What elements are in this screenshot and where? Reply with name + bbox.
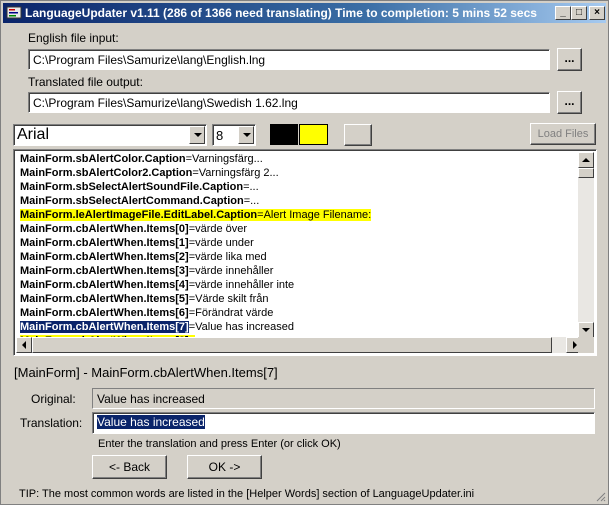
app-icon	[6, 6, 22, 19]
list-item-value: =värde innehåller inte	[188, 279, 295, 291]
app-window: LanguageUpdater v1.11 (286 of 1366 need …	[0, 0, 609, 505]
vertical-scroll-thumb[interactable]	[578, 168, 594, 178]
list-item[interactable]: MainForm.cbAlertWhen.Items[4]=värde inne…	[16, 278, 582, 292]
list-item-key: MainForm.cbAlertWhen.Items[5]	[20, 293, 189, 305]
list-item-key: MainForm.cbAlertWhen.Items[1]	[20, 237, 189, 249]
horizontal-scroll-thumb[interactable]	[32, 337, 552, 353]
list-item[interactable]: MainForm.cbAlertWhen.Items[6]=Förändrat …	[16, 306, 582, 320]
current-entry-heading: [MainForm] - MainForm.cbAlertWhen.Items[…	[14, 365, 278, 380]
list-item[interactable]: MainForm.sbSelectAlertSoundFile.Caption=…	[16, 180, 582, 194]
list-item[interactable]: MainForm.sbAlertColor.Caption=Varningsfä…	[16, 152, 582, 166]
list-item-key: MainForm.leAlertImageFile.EditLabel.Capt…	[20, 209, 258, 221]
color-picker-button[interactable]	[344, 124, 372, 146]
scrollbar-corner	[578, 337, 594, 353]
translated-browse-button[interactable]: ...	[557, 91, 582, 114]
translation-hint: Enter the translation and press Enter (o…	[98, 438, 341, 450]
minimize-button[interactable]: _	[555, 6, 571, 20]
list-item-key: MainForm.cbAlertWhen.Items[6]	[20, 307, 189, 319]
list-item-value: =Förändrat värde	[188, 307, 274, 319]
list-item-value: =värde under	[188, 237, 254, 249]
font-size-dropdown-icon[interactable]	[238, 126, 254, 144]
tip-text: TIP: The most common words are listed in…	[19, 488, 475, 500]
list-item-value: =värde över	[188, 223, 248, 235]
font-size-value: 8	[216, 128, 224, 143]
english-file-label: English file input:	[28, 31, 119, 45]
list-item-value: =värde lika med	[188, 251, 267, 263]
load-files-button[interactable]: Load Files	[530, 123, 596, 145]
list-item[interactable]: MainForm.cbAlertWhen.Items[7]=Value has …	[16, 320, 582, 334]
translation-label: Translation:	[20, 416, 83, 430]
list-item-key: MainForm.sbAlertColor.Caption	[20, 153, 186, 165]
original-label: Original:	[31, 392, 76, 406]
list-item[interactable]: MainForm.cbAlertWhen.Items[5]=Värde skil…	[16, 292, 582, 306]
font-dropdown-icon[interactable]	[189, 126, 205, 144]
list-item-key: MainForm.cbAlertWhen.Items[0]	[20, 223, 189, 235]
translation-rows: MainForm.sbAlertColor.Caption=Varningsfä…	[16, 152, 582, 338]
list-item-key: MainForm.cbAlertWhen.Items[4]	[20, 279, 189, 291]
translation-list[interactable]: MainForm.sbAlertColor.Caption=Varningsfä…	[13, 149, 597, 356]
translation-input[interactable]: Value has increased	[92, 412, 595, 434]
list-item[interactable]: MainForm.cbAlertWhen.Items[0]=värde över	[16, 222, 582, 236]
translated-file-label: Translated file output:	[28, 75, 143, 89]
list-item-key: MainForm.cbAlertWhen.Items[2]	[20, 251, 189, 263]
back-button[interactable]: <- Back	[92, 455, 167, 479]
list-item[interactable]: MainForm.sbSelectAlertCommand.Caption=..…	[16, 194, 582, 208]
list-item-value: =Value has increased	[188, 321, 294, 333]
scroll-left-icon[interactable]	[16, 337, 32, 353]
list-item-value: =Varningsfärg 2...	[192, 167, 279, 179]
list-item-key: MainForm.sbSelectAlertSoundFile.Caption	[20, 181, 244, 193]
list-item[interactable]: MainForm.leAlertImageFile.EditLabel.Capt…	[16, 208, 582, 222]
text-color-swatch[interactable]	[270, 124, 298, 145]
translated-file-input[interactable]: C:\Program Files\Samurize\lang\Swedish 1…	[28, 92, 550, 113]
font-size-select[interactable]: 8	[212, 124, 256, 146]
font-select-value: Arial	[17, 126, 50, 143]
title-bar[interactable]: LanguageUpdater v1.11 (286 of 1366 need …	[3, 3, 606, 23]
scroll-up-icon[interactable]	[578, 152, 594, 168]
close-icon: ×	[594, 7, 600, 18]
minimize-icon: _	[560, 7, 566, 18]
close-button[interactable]: ×	[589, 6, 605, 20]
list-item-value: =...	[243, 181, 259, 193]
maximize-icon: □	[575, 7, 583, 18]
list-item-key: MainForm.cbAlertWhen.Items[3]	[20, 265, 189, 277]
highlight-color-swatch[interactable]	[299, 124, 328, 145]
english-file-input[interactable]: C:\Program Files\Samurize\lang\English.l…	[28, 49, 550, 70]
window-title: LanguageUpdater v1.11 (286 of 1366 need …	[25, 6, 537, 20]
translation-input-value: Value has increased	[97, 415, 205, 429]
english-browse-button[interactable]: ...	[557, 48, 582, 71]
list-item[interactable]: MainForm.cbAlertWhen.Items[2]=värde lika…	[16, 250, 582, 264]
list-item[interactable]: MainForm.cbAlertWhen.Items[3]=värde inne…	[16, 264, 582, 278]
list-item[interactable]: MainForm.sbAlertColor2.Caption=Varningsf…	[16, 166, 582, 180]
vertical-scrollbar[interactable]	[578, 152, 594, 338]
list-item-key: MainForm.cbAlertWhen.Items[7]	[20, 321, 189, 333]
font-select[interactable]: Arial	[13, 124, 207, 146]
list-item-value: =...	[243, 195, 260, 207]
list-item[interactable]: MainForm.cbAlertWhen.Items[1]=värde unde…	[16, 236, 582, 250]
list-item-value: =värde innehåller	[188, 265, 274, 277]
list-item-value: =Värde skilt från	[188, 293, 269, 305]
resize-grip-icon[interactable]	[594, 490, 606, 502]
list-item-key: MainForm.sbSelectAlertCommand.Caption	[20, 195, 244, 207]
list-item-key: MainForm.sbAlertColor2.Caption	[20, 167, 193, 179]
scroll-down-icon[interactable]	[578, 322, 594, 338]
ok-button[interactable]: OK ->	[187, 455, 262, 479]
horizontal-scrollbar[interactable]	[16, 337, 582, 353]
maximize-button[interactable]: □	[571, 6, 587, 20]
list-item-value: =Varningsfärg...	[185, 153, 263, 165]
list-item-value: =Alert Image Filename:	[257, 209, 372, 221]
original-field: Value has increased	[92, 388, 595, 409]
